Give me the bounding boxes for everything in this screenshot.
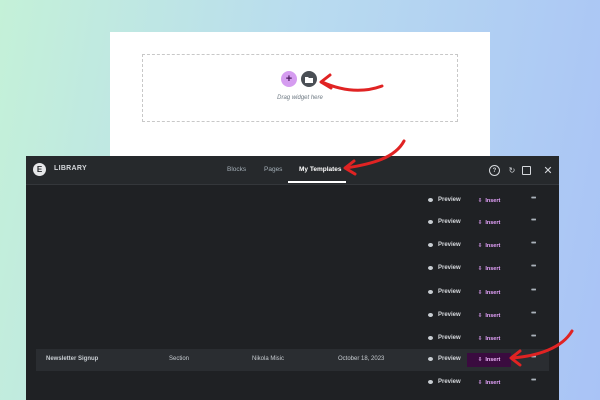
eye-icon[interactable] [428,266,433,270]
more-options-icon[interactable]: ••• [531,333,536,340]
preview-link[interactable]: Preview [438,289,461,295]
eye-icon[interactable] [428,357,433,361]
template-row: Preview ⇩ Insert ••• [36,328,549,350]
download-icon: ⇩ [477,313,483,319]
eye-icon[interactable] [428,380,433,384]
help-icon[interactable]: ? [489,165,500,176]
template-row: Preview ⇩ Insert ••• [36,235,549,257]
template-type: Section [169,356,190,362]
template-library-modal: E LIBRARY Blocks Pages My Templates ? ↻ … [26,156,559,400]
preview-link[interactable]: Preview [438,379,461,385]
download-icon: ⇩ [477,290,483,296]
preview-link[interactable]: Preview [438,356,461,362]
folder-icon [305,76,313,83]
insert-button[interactable]: ⇩ Insert [467,216,511,230]
download-icon: ⇩ [477,220,483,226]
save-icon[interactable] [522,166,531,175]
insert-button[interactable]: ⇩ Insert [467,309,511,323]
template-row: Preview ⇩ Insert ••• [36,372,549,394]
download-icon: ⇩ [477,266,483,272]
insert-button[interactable]: ⇩ Insert [467,286,511,300]
template-row: Preview ⇩ Insert ••• [36,190,549,212]
eye-icon[interactable] [428,243,433,247]
download-icon: ⇩ [477,357,483,363]
close-icon[interactable]: ✕ [542,164,554,177]
more-options-icon[interactable]: ••• [531,354,536,361]
download-icon: ⇩ [477,336,483,342]
sync-icon[interactable]: ↻ [506,164,518,176]
tab-pages[interactable]: Pages [264,166,282,173]
preview-link[interactable]: Preview [438,335,461,341]
insert-button[interactable]: ⇩ Insert [467,262,511,276]
template-row: Preview ⇩ Insert ••• [36,212,549,234]
more-options-icon[interactable]: ••• [531,310,536,317]
more-options-icon[interactable]: ••• [531,195,536,202]
preview-link[interactable]: Preview [438,219,461,225]
template-row: Preview ⇩ Insert ••• [36,282,549,304]
more-options-icon[interactable]: ••• [531,217,536,224]
more-options-icon[interactable]: ••• [531,377,536,384]
download-icon: ⇩ [477,243,483,249]
insert-button[interactable]: ⇩ Insert [467,353,511,367]
template-row: Preview ⇩ Insert ••• [36,305,549,327]
eye-icon[interactable] [428,220,433,224]
template-date: October 18, 2023 [338,356,385,362]
more-options-icon[interactable]: ••• [531,287,536,294]
download-icon: ⇩ [477,198,483,204]
preview-link[interactable]: Preview [438,265,461,271]
template-row-newsletter-signup[interactable]: Newsletter Signup Section Nikola Misic O… [36,349,549,371]
add-section-button[interactable]: + [281,71,297,87]
more-options-icon[interactable]: ••• [531,240,536,247]
eye-icon[interactable] [428,336,433,340]
preview-link[interactable]: Preview [438,197,461,203]
tab-my-templates[interactable]: My Templates [299,166,342,173]
more-options-icon[interactable]: ••• [531,263,536,270]
template-author: Nikola Misic [252,356,285,362]
library-title: LIBRARY [54,165,87,172]
editor-canvas: + Drag widget here [110,32,490,156]
insert-button[interactable]: ⇩ Insert [467,239,511,253]
widget-drop-zone[interactable]: + Drag widget here [142,54,458,122]
eye-icon[interactable] [428,290,433,294]
template-name: Newsletter Signup [46,356,99,362]
insert-button[interactable]: ⇩ Insert [467,332,511,346]
elementor-logo-icon: E [33,163,46,176]
insert-button[interactable]: ⇩ Insert [467,376,511,390]
drag-widget-hint: Drag widget here [277,95,323,101]
eye-icon[interactable] [428,198,433,202]
library-header: E LIBRARY Blocks Pages My Templates ? ↻ … [26,156,559,185]
download-icon: ⇩ [477,380,483,386]
insert-button[interactable]: ⇩ Insert [467,194,511,208]
template-row: Preview ⇩ Insert ••• [36,258,549,280]
active-tab-indicator [288,181,346,183]
template-library-button[interactable] [301,71,317,87]
preview-link[interactable]: Preview [438,312,461,318]
preview-link[interactable]: Preview [438,242,461,248]
tab-blocks[interactable]: Blocks [227,166,246,173]
eye-icon[interactable] [428,313,433,317]
